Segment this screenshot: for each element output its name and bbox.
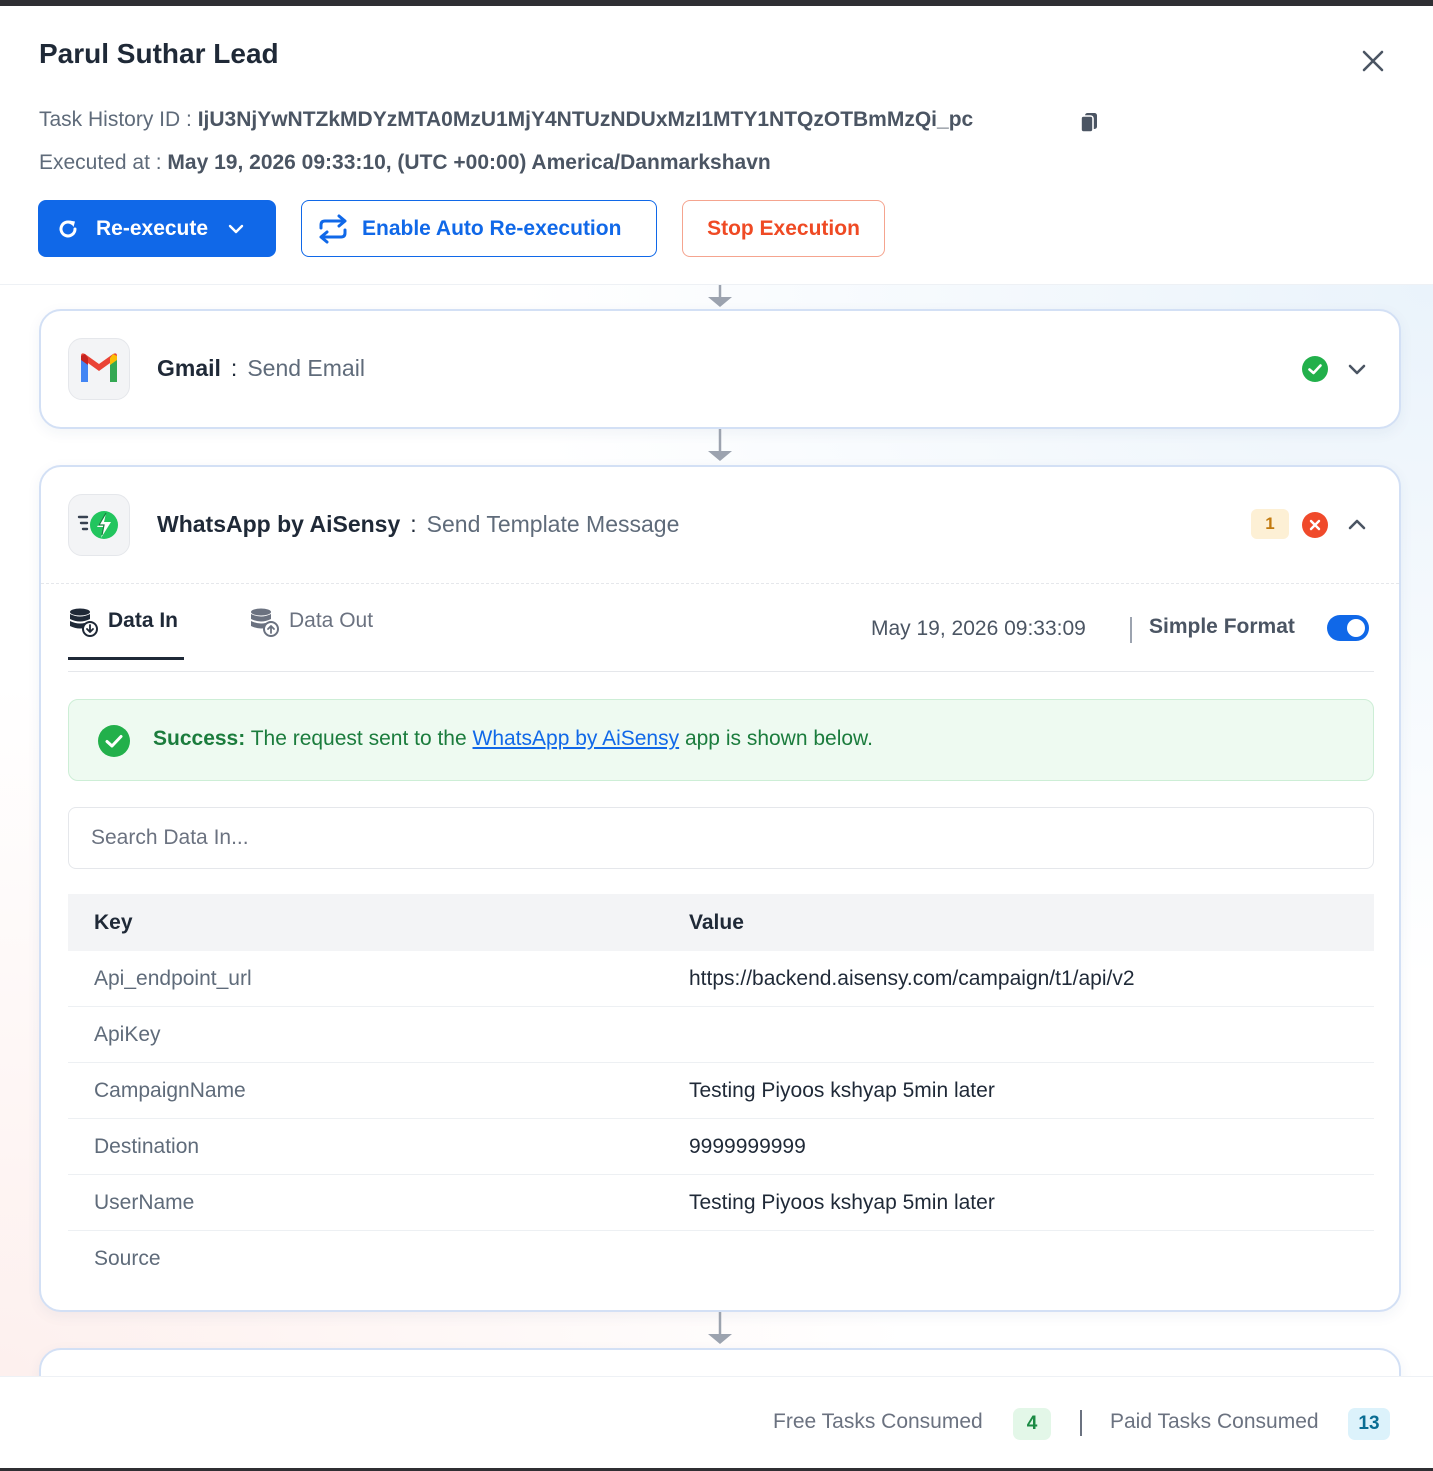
copy-icon[interactable] <box>1077 110 1101 134</box>
arrow-down-icon <box>708 429 732 461</box>
vertical-separator <box>1130 617 1132 643</box>
tab-data-out-label: Data Out <box>289 609 374 632</box>
gmail-logo-icon <box>68 338 130 400</box>
card-header-divider <box>41 583 1399 584</box>
app-link[interactable]: WhatsApp by AiSensy <box>473 727 680 750</box>
executed-value: May 19, 2026 09:33:10, (UTC +00:00) Amer… <box>167 151 771 174</box>
row-key: Api_endpoint_url <box>68 951 663 1007</box>
row-key: Source <box>94 1246 161 1270</box>
table-row: UserName Testing Piyoos kshyap 5min late… <box>68 1174 1374 1231</box>
re-execute-button[interactable]: Re-execute <box>38 200 276 257</box>
step-app-name: WhatsApp by AiSensy <box>157 511 401 537</box>
step-app-name: Gmail <box>157 355 221 381</box>
active-tab-indicator <box>68 657 184 660</box>
row-value: https://backend.aisensy.com/campaign/t1/… <box>663 951 1374 1007</box>
task-header: Parul Suthar Lead Task History ID : IjU3… <box>0 6 1433 285</box>
arrow-down-icon <box>708 1312 732 1344</box>
row-value: 9999999999 <box>663 1118 1374 1175</box>
workflow-steps-canvas: Gmail:Send Email WhatsApp by AiSensy:S <box>0 285 1433 1376</box>
search-data-in-input[interactable] <box>68 807 1374 869</box>
stop-execution-button[interactable]: Stop Execution <box>682 200 885 257</box>
step-card-next[interactable] <box>39 1348 1401 1376</box>
success-alert-text: Success: The request sent to the WhatsAp… <box>153 727 873 751</box>
step-title: Gmail: Send Email <box>157 355 365 382</box>
step-action-name: Send Email <box>247 355 365 381</box>
table-row: Source <box>68 1231 1374 1287</box>
paid-tasks-count-badge: 13 <box>1348 1408 1390 1440</box>
row-key: Destination <box>68 1118 663 1175</box>
refresh-icon <box>59 219 77 237</box>
step-executed-time: May 19, 2026 09:33:09 <box>871 617 1086 640</box>
chevron-down-icon[interactable] <box>1345 357 1369 381</box>
task-history-id: Task History ID : IjU3NjYwNTZkMDYzMTA0Mz… <box>39 108 973 132</box>
row-key: CampaignName <box>68 1062 663 1119</box>
row-value <box>663 1231 1374 1287</box>
table-row: CampaignName Testing Piyoos kshyap 5min … <box>68 1062 1374 1119</box>
task-history-value: IjU3NjYwNTZkMDYzMTA0MzU1MjY4NTUzNDUxMzI1… <box>197 108 974 131</box>
row-value: Testing Piyoos kshyap 5min later <box>663 1062 1374 1119</box>
row-value: Testing Piyoos kshyap 5min later <box>663 1174 1374 1231</box>
success-text-before: The request sent to the <box>245 727 473 750</box>
executed-label: Executed at : <box>39 151 168 174</box>
column-header-key: Key <box>68 894 663 951</box>
success-alert: Success: The request sent to the WhatsAp… <box>68 699 1374 781</box>
close-icon[interactable] <box>1356 44 1390 78</box>
step-separator: : <box>230 355 238 381</box>
tabs-divider <box>68 671 1374 672</box>
check-circle-icon <box>1302 356 1328 382</box>
step-card-whatsapp-aisensy: WhatsApp by AiSensy: Send Template Messag… <box>39 465 1401 1312</box>
repeat-icon <box>319 214 347 243</box>
success-label: Success: <box>153 727 246 750</box>
step-error-count-badge: 1 <box>1251 509 1289 539</box>
row-key: UserName <box>68 1174 663 1231</box>
table-row: ApiKey <box>68 1006 1374 1063</box>
executed-at: Executed at : May 19, 2026 09:33:10, (UT… <box>39 151 771 175</box>
enable-auto-reexecution-button[interactable]: Enable Auto Re-execution <box>301 200 657 257</box>
step-action-name: Send Template Message <box>426 511 680 537</box>
toggle-knob <box>1347 619 1365 637</box>
table-header-row: Key Value <box>68 894 1374 951</box>
step-card-gmail[interactable]: Gmail: Send Email <box>39 309 1401 429</box>
chevron-down-icon <box>228 224 244 233</box>
row-key: ApiKey <box>68 1006 663 1063</box>
re-execute-label: Re-execute <box>96 216 209 240</box>
tab-data-in-label: Data In <box>108 609 179 632</box>
step-title: WhatsApp by AiSensy: Send Template Messag… <box>157 511 679 538</box>
step-separator: : <box>410 511 417 537</box>
column-header-value: Value <box>663 894 1374 951</box>
arrow-down-icon <box>708 285 732 307</box>
simple-format-toggle[interactable] <box>1327 615 1369 641</box>
tab-data-out[interactable]: Data Out <box>249 607 373 657</box>
tab-data-in[interactable]: Data In <box>68 607 184 660</box>
free-tasks-label: Free Tasks Consumed <box>773 1410 983 1433</box>
database-out-icon <box>251 608 279 637</box>
database-in-icon <box>70 608 98 637</box>
task-history-label: Task History ID : <box>39 108 198 131</box>
page-title: Parul Suthar Lead <box>39 38 279 69</box>
check-circle-icon <box>98 725 130 757</box>
free-tasks-count-badge: 4 <box>1013 1408 1051 1440</box>
data-in-table: Key Value Api_endpoint_url https://backe… <box>68 894 1374 1286</box>
tasks-consumed-footer: Free Tasks Consumed 4 Paid Tasks Consume… <box>0 1376 1433 1469</box>
success-text-after: app is shown below. <box>679 727 873 750</box>
aisensy-logo-icon <box>68 494 130 556</box>
error-circle-icon <box>1302 512 1328 538</box>
chevron-up-icon[interactable] <box>1345 513 1369 537</box>
table-row: Api_endpoint_url https://backend.aisensy… <box>68 951 1374 1007</box>
simple-format-label: Simple Format <box>1149 615 1295 638</box>
enable-auto-reexecution-label: Enable Auto Re-execution <box>362 216 622 240</box>
paid-tasks-label: Paid Tasks Consumed <box>1110 1410 1319 1433</box>
table-row: Destination 9999999999 <box>68 1118 1374 1175</box>
footer-separator <box>1080 1410 1082 1436</box>
row-value <box>663 1006 1374 1063</box>
